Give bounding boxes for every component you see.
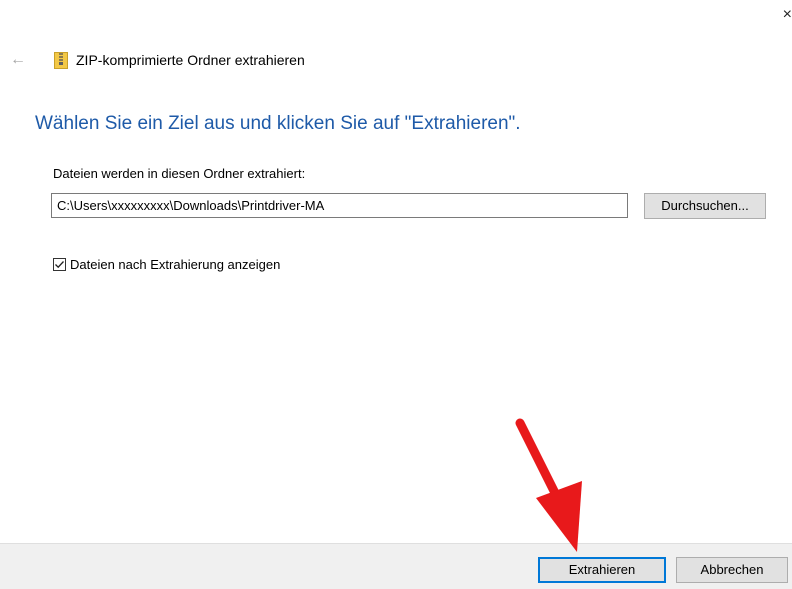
close-button[interactable]: ×: [768, 0, 792, 30]
checkmark-icon: [55, 261, 64, 269]
close-icon: ×: [782, 6, 792, 23]
destination-label: Dateien werden in diesen Ordner extrahie…: [53, 166, 306, 181]
show-after-extract-label: Dateien nach Extrahierung anzeigen: [70, 257, 281, 272]
show-after-extract-option[interactable]: Dateien nach Extrahierung anzeigen: [53, 257, 280, 272]
red-arrow-annotation: [515, 418, 582, 552]
dialog-header: ZIP-komprimierte Ordner extrahieren: [54, 50, 305, 70]
cancel-button[interactable]: Abbrechen: [676, 557, 788, 583]
instruction-heading: Wählen Sie ein Ziel aus und klicken Sie …: [35, 113, 521, 134]
extract-dialog: × ← ZIP-komprimierte Ordner extrahieren …: [0, 0, 792, 589]
back-arrow-icon: ←: [10, 51, 26, 68]
dialog-title: ZIP-komprimierte Ordner extrahieren: [76, 52, 305, 68]
destination-path-input[interactable]: [51, 193, 628, 218]
show-after-extract-checkbox[interactable]: [53, 258, 66, 271]
zip-folder-icon: [54, 51, 68, 69]
browse-button[interactable]: Durchsuchen...: [644, 193, 766, 219]
back-button[interactable]: ←: [10, 50, 30, 70]
dialog-footer: [0, 543, 792, 589]
extract-button[interactable]: Extrahieren: [538, 557, 666, 583]
